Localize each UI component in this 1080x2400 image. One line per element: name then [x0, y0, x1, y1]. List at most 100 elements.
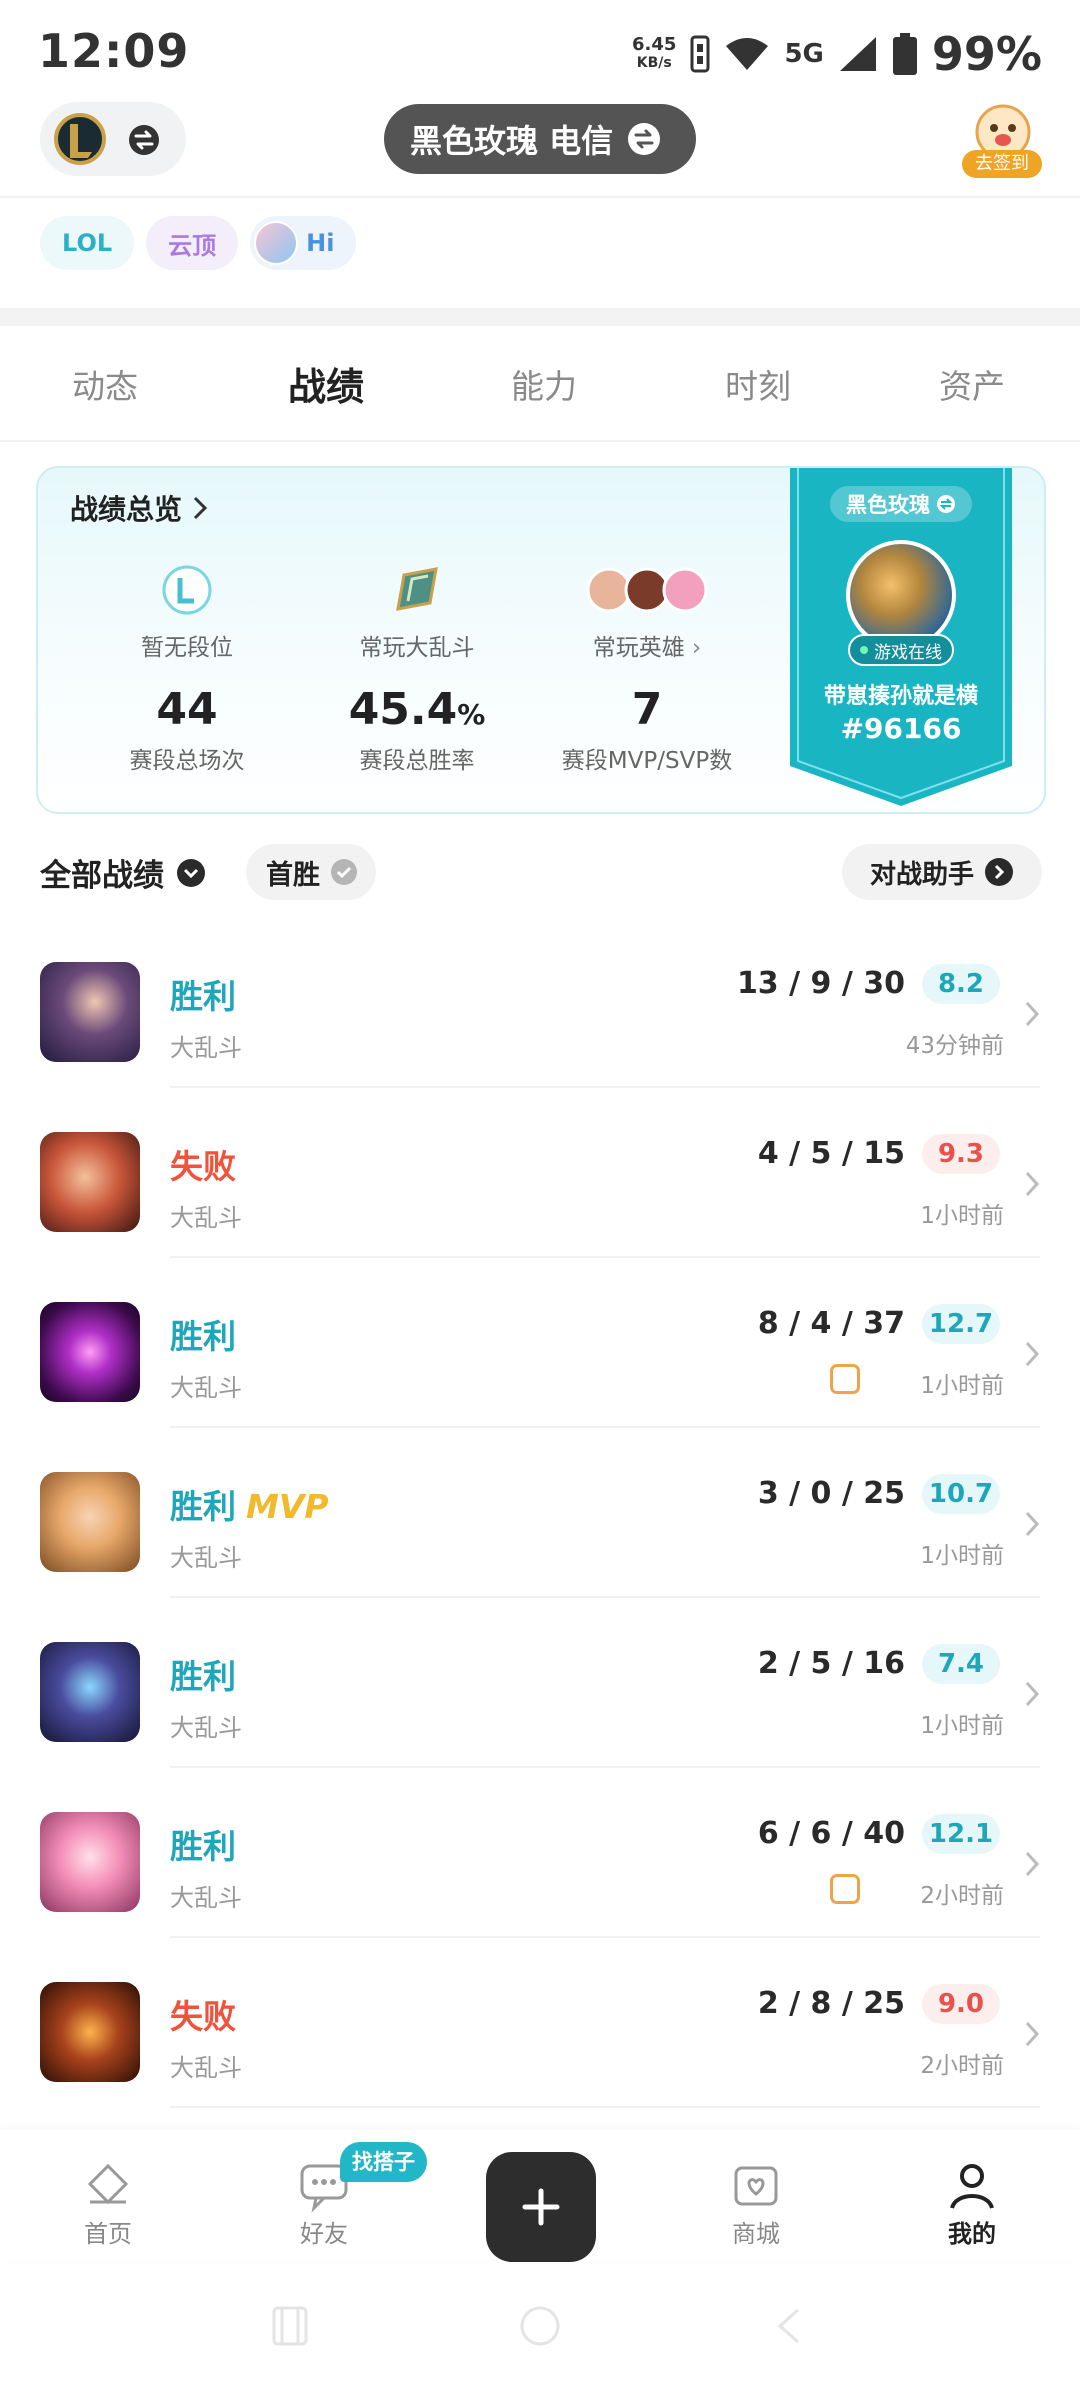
- match-kda: 3 / 0 / 25: [757, 1476, 905, 1511]
- match-kda: 2 / 8 / 25: [757, 1986, 905, 2021]
- stat-total-games: 44: [156, 684, 218, 735]
- battle-assistant-label: 对战助手: [869, 859, 974, 890]
- match-row[interactable]: 胜利 大乱斗 6 / 6 / 40 12.1 2小时前: [0, 1768, 1080, 1938]
- tag-lol[interactable]: LOL: [40, 216, 135, 270]
- hero-avatars-icon: [586, 567, 708, 613]
- home-icon: [87, 2163, 129, 2205]
- record-summary-card[interactable]: 战绩总览 暂无段位 44 赛段总场次 常玩大乱斗 45.4% 赛段总胜率 常玩英…: [36, 466, 1046, 814]
- top-header: 黑色玫瑰 电信 去签到: [0, 100, 1080, 198]
- back-icon[interactable]: [766, 2302, 814, 2350]
- summary-title-text: 战绩总览: [70, 493, 183, 526]
- lol-logo-icon: [54, 113, 106, 165]
- chevron-down-icon: [177, 858, 205, 887]
- recent-apps-icon[interactable]: [266, 2302, 314, 2350]
- server-name: 黑色玫瑰 电信: [410, 122, 614, 160]
- stat-heroes[interactable]: 常玩英雄 › 7 赛段MVP/SVP数: [532, 562, 762, 775]
- match-row[interactable]: 失败 大乱斗 4 / 5 / 15 9.3 1小时前: [0, 1088, 1080, 1258]
- tag-tft[interactable]: 云顶: [146, 216, 239, 270]
- match-kda: 6 / 6 / 40: [757, 1816, 905, 1851]
- tab-records[interactable]: 战绩: [288, 356, 364, 411]
- swap-icon: [937, 495, 955, 513]
- status-time: 12:09: [38, 24, 190, 78]
- match-mode: 大乱斗: [170, 2054, 242, 2082]
- match-time: 1小时前: [920, 1543, 1004, 1569]
- first-win-filter[interactable]: 首胜: [246, 844, 376, 900]
- header-divider: [0, 196, 1080, 198]
- champion-avatar: [40, 1642, 140, 1742]
- find-partner-badge[interactable]: 找搭子: [340, 2142, 427, 2182]
- tab-moments[interactable]: 时刻: [725, 360, 791, 408]
- first-win-badge-icon: [830, 1364, 860, 1394]
- match-result: 失败: [170, 1147, 236, 1186]
- online-status-text: 游戏在线: [874, 642, 942, 663]
- match-score: 9.0: [922, 1984, 1000, 2024]
- network-type: 5G: [784, 39, 824, 69]
- champion-avatar: [40, 962, 140, 1062]
- stat-winrate-label: 赛段总胜率: [359, 748, 475, 774]
- nav-profile-label: 我的: [948, 2220, 996, 2248]
- chevron-right-icon: [1025, 1341, 1040, 1367]
- nav-shop[interactable]: 商城: [686, 2158, 826, 2249]
- match-result: 胜利: [170, 1827, 236, 1866]
- nav-profile[interactable]: 我的: [902, 2158, 1042, 2249]
- nav-home-label: 首页: [84, 2220, 132, 2248]
- match-kda: 4 / 5 / 15: [757, 1136, 905, 1171]
- tab-assets[interactable]: 资产: [939, 360, 1005, 408]
- match-row[interactable]: 胜利 大乱斗 8 / 4 / 37 12.7 1小时前: [0, 1258, 1080, 1428]
- match-time: 1小时前: [920, 1713, 1004, 1739]
- chevron-right-icon: [193, 496, 208, 520]
- match-row[interactable]: 胜利 大乱斗 13 / 9 / 30 8.2 43分钟前: [0, 918, 1080, 1088]
- player-banner[interactable]: 黑色玫瑰 游戏在线 带崽揍孙就是横 #96166: [790, 468, 1012, 806]
- match-row[interactable]: 失败 大乱斗 2 / 8 / 25 9.0 2小时前: [0, 1938, 1080, 2108]
- filter-row: 全部战绩 首胜 对战助手: [0, 842, 1080, 902]
- swap-icon: [628, 123, 661, 155]
- rank-icon: [162, 565, 212, 615]
- summary-title[interactable]: 战绩总览: [70, 488, 208, 528]
- battery-percent: 99%: [931, 27, 1042, 81]
- row-divider: [170, 2106, 1040, 2108]
- match-mode: 大乱斗: [170, 1374, 242, 1402]
- champion-avatar: [40, 1982, 140, 2082]
- game-switch-button[interactable]: [40, 102, 186, 176]
- add-button[interactable]: [486, 2152, 596, 2262]
- match-score: 9.3: [922, 1134, 1000, 1174]
- tab-feed[interactable]: 动态: [72, 360, 138, 408]
- system-navigation: [0, 2270, 1080, 2400]
- status-bar: 12:09 6.45 KB/s 5G 99%: [0, 0, 1080, 100]
- all-records-dropdown[interactable]: 全部战绩: [40, 850, 206, 895]
- chevron-right-icon: [1025, 1171, 1040, 1197]
- stat-winrate-value: 45.4: [348, 684, 458, 735]
- server-selector[interactable]: 黑色玫瑰 电信: [384, 104, 696, 174]
- match-score: 10.7: [922, 1474, 1000, 1514]
- match-time: 43分钟前: [905, 1033, 1004, 1059]
- stat-total-games-label: 赛段总场次: [129, 748, 245, 774]
- chevron-right-icon: [1025, 2021, 1040, 2047]
- battery-icon: [892, 33, 917, 75]
- match-score: 7.4: [922, 1644, 1000, 1684]
- aram-mode-icon: [396, 567, 438, 611]
- online-status: 游戏在线: [848, 634, 954, 666]
- tab-ability[interactable]: 能力: [511, 360, 577, 408]
- banner-server-text: 黑色玫瑰: [846, 493, 930, 517]
- home-circle-icon[interactable]: [516, 2302, 564, 2350]
- tag-hi[interactable]: Hi: [250, 216, 357, 270]
- check-icon: [331, 859, 357, 885]
- champion-avatar: [40, 1132, 140, 1232]
- match-time: 1小时前: [920, 1203, 1004, 1229]
- nav-home[interactable]: 首页: [38, 2158, 178, 2249]
- match-mode: 大乱斗: [170, 1034, 242, 1062]
- champion-avatar: [40, 1812, 140, 1912]
- match-time: 2小时前: [920, 1883, 1004, 1909]
- network-speed-unit: KB/s: [636, 55, 672, 71]
- match-row[interactable]: 胜利 MVP 大乱斗 3 / 0 / 25 10.7 1小时前: [0, 1428, 1080, 1598]
- match-result-text: 胜利: [170, 1487, 236, 1526]
- battle-assistant-button[interactable]: 对战助手: [842, 844, 1042, 900]
- stat-rank: 暂无段位 44 赛段总场次: [72, 562, 302, 775]
- checkin-label[interactable]: 去签到: [962, 150, 1042, 178]
- stat-mvp-label: 赛段MVP/SVP数: [561, 748, 733, 774]
- stat-winrate: 45.4%: [302, 684, 532, 735]
- game-tags: LOL 云顶 Hi: [40, 216, 357, 270]
- first-win-label: 首胜: [266, 859, 320, 891]
- match-row[interactable]: 胜利 大乱斗 2 / 5 / 16 7.4 1小时前: [0, 1598, 1080, 1768]
- stat-mode: 常玩大乱斗 45.4% 赛段总胜率: [302, 562, 532, 775]
